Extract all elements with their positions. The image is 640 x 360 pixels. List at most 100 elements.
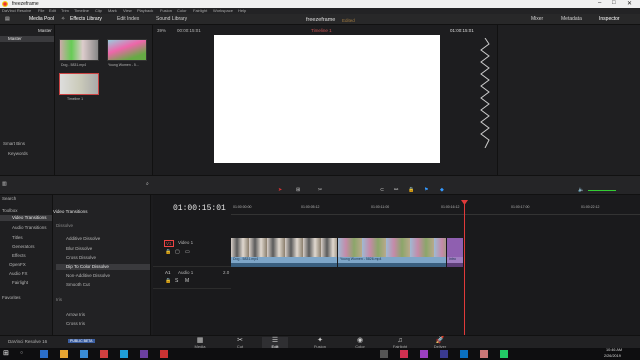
blade-tool-icon[interactable]: ✂ <box>318 187 322 193</box>
menu-timeline[interactable]: Timeline <box>74 8 89 13</box>
track-visibility-icon[interactable]: ▢ <box>175 249 180 255</box>
transition-cross-dissolve[interactable]: Cross Dissolve <box>66 255 96 260</box>
taskbar-app-icon[interactable] <box>140 350 148 358</box>
selection-tool-icon[interactable]: ➤ <box>278 187 282 193</box>
search-icon[interactable]: ⌕ <box>146 181 149 187</box>
taskbar-app-icon[interactable] <box>460 350 468 358</box>
keywords-bin[interactable]: Keywords <box>8 151 28 156</box>
menu-clip[interactable]: Clip <box>95 8 102 13</box>
master-bin[interactable]: Master <box>0 36 54 42</box>
toolbox-generators[interactable]: Generators <box>12 244 35 249</box>
toolbox-effects[interactable]: Effects <box>12 253 26 258</box>
menu-app[interactable]: DaVinci Resolve <box>2 8 31 13</box>
menu-trim[interactable]: Trim <box>61 8 69 13</box>
media-pool-button[interactable]: Media Pool <box>26 16 57 22</box>
search-icon[interactable]: ○ <box>20 350 23 356</box>
taskbar-app-icon[interactable] <box>380 350 388 358</box>
mixer-button[interactable]: Mixer <box>528 16 546 22</box>
clip-thumb-dog[interactable] <box>59 39 99 61</box>
timeline-clip-dog[interactable]: Dog - 5831.mp4 <box>231 238 337 267</box>
taskbar-app-icon[interactable] <box>120 350 128 358</box>
windows-start-icon[interactable]: ⊞ <box>3 349 9 357</box>
track-monitor-icon[interactable]: ▭ <box>185 249 190 255</box>
taskbar-app-icon[interactable] <box>80 350 88 358</box>
taskbar-app-icon[interactable] <box>440 350 448 358</box>
trim-tool-icon[interactable]: ⊞ <box>296 187 300 193</box>
toolbox-openfx[interactable]: OpenFX <box>9 262 26 267</box>
close-button[interactable]: ✕ <box>627 0 632 7</box>
menu-edit[interactable]: Edit <box>49 8 56 13</box>
search-label[interactable]: Search <box>2 196 16 201</box>
menu-file[interactable]: File <box>38 8 44 13</box>
effects-library-button[interactable]: Effects Library <box>67 16 105 22</box>
taskbar-app-icon[interactable] <box>100 350 108 358</box>
transition-arrow-iris[interactable]: Arrow Iris <box>66 312 85 317</box>
timeline-ruler[interactable]: 01:00:00:00 01:00:05:12 01:00:11:00 01:0… <box>231 201 640 215</box>
audio-track-name: Audio 1 <box>178 270 194 275</box>
clip-thumb-timeline[interactable] <box>59 73 99 95</box>
window-title: freezeframe <box>12 1 39 7</box>
menu-help[interactable]: Help <box>238 8 246 13</box>
menu-color[interactable]: Color <box>177 8 187 13</box>
taskbar-app-icon[interactable] <box>160 350 168 358</box>
toolbox-audio-fx[interactable]: Audio FX <box>9 271 28 276</box>
video-track-id[interactable]: V1 <box>164 240 174 247</box>
marker-icon[interactable]: ◆ <box>440 187 444 193</box>
inspector-panel <box>497 25 640 185</box>
track-lock-icon[interactable]: 🔒 <box>165 249 171 255</box>
edit-index-button[interactable]: Edit Index <box>114 16 142 22</box>
audio-track-id[interactable]: A1 <box>165 270 171 275</box>
toolbox-video-transitions[interactable]: Video Transitions <box>0 215 52 221</box>
timeline-clip-young-women[interactable]: Young Women - 5826.mp4 <box>338 238 446 267</box>
minimize-button[interactable]: – <box>598 0 601 6</box>
lock-icon[interactable]: 🔒 <box>408 187 414 193</box>
taskbar-app-icon[interactable] <box>420 350 428 358</box>
toolbox-header[interactable]: Toolbox <box>2 208 18 213</box>
clock-time: 10:46 AM <box>606 348 623 352</box>
track-lock-icon[interactable]: 🔒 <box>165 278 171 284</box>
track-solo-icon[interactable]: S <box>175 278 178 284</box>
timeline-toolbar: ▥ ⌕ ➤ ⊞ ✂ ⊂ ⚯ 🔒 ⚑ ◆ 🔈 <box>0 175 640 195</box>
timeline-clip-intro[interactable]: Intro <box>447 238 463 267</box>
menu-workspace[interactable]: Workspace <box>213 8 233 13</box>
taskbar-app-icon[interactable] <box>400 350 408 358</box>
ruler-mark: 01:00:05:12 <box>301 205 320 209</box>
transition-additive-dissolve[interactable]: Additive Dissolve <box>66 236 100 241</box>
transition-non-additive-dissolve[interactable]: Non-Additive Dissolve <box>66 273 110 278</box>
transition-smooth-cut[interactable]: Smooth Cut <box>66 282 90 287</box>
toolbox-titles[interactable]: Titles <box>12 235 23 240</box>
taskbar-app-icon[interactable] <box>500 350 508 358</box>
snap-icon[interactable]: ⊂ <box>380 187 384 193</box>
menu-fusion[interactable]: Fusion <box>160 8 172 13</box>
transition-blur-dissolve[interactable]: Blur Dissolve <box>66 246 92 251</box>
playhead[interactable] <box>464 201 465 335</box>
metadata-button[interactable]: Metadata <box>558 16 585 22</box>
menu-fairlight[interactable]: Fairlight <box>193 8 207 13</box>
menu-view[interactable]: View <box>123 8 132 13</box>
taskbar-app-icon[interactable] <box>40 350 48 358</box>
iris-group-label: Iris <box>56 297 62 302</box>
transition-dip-to-color[interactable]: Dip To Color Dissolve <box>56 264 150 270</box>
menu-mark[interactable]: Mark <box>108 8 117 13</box>
link-icon[interactable]: ⚯ <box>394 187 398 193</box>
timeline-name[interactable]: Timeline 1 <box>311 28 332 33</box>
volume-slider[interactable] <box>588 190 616 191</box>
clip-thumb-young-women[interactable] <box>107 39 147 61</box>
menu-playback[interactable]: Playback <box>137 8 153 13</box>
toolbox-fairlight[interactable]: Fairlight <box>12 280 28 285</box>
track-mute-icon[interactable]: M <box>185 278 189 284</box>
timeline-panel: 01:00:15:01 01:00:00:00 01:00:05:12 01:0… <box>153 195 640 335</box>
taskbar-app-icon[interactable] <box>60 350 68 358</box>
flag-icon[interactable]: ⚑ <box>424 187 428 193</box>
transition-cross-iris[interactable]: Cross Iris <box>66 321 85 326</box>
panel-toggle-icon[interactable]: ▥ <box>2 181 7 187</box>
clip-name-timeline: Timeline 1 <box>67 97 84 101</box>
toolbox-audio-transitions[interactable]: Audio Transitions <box>12 225 47 230</box>
zoom-level[interactable]: 39% <box>157 28 166 33</box>
inspector-button[interactable]: Inspector <box>596 16 623 22</box>
volume-icon[interactable]: 🔈 <box>578 187 584 193</box>
maximize-button[interactable]: □ <box>612 0 616 6</box>
ruler-mark: 01:00:11:00 <box>371 205 390 209</box>
taskbar-app-icon[interactable] <box>480 350 488 358</box>
sound-library-button[interactable]: Sound Library <box>153 16 190 22</box>
